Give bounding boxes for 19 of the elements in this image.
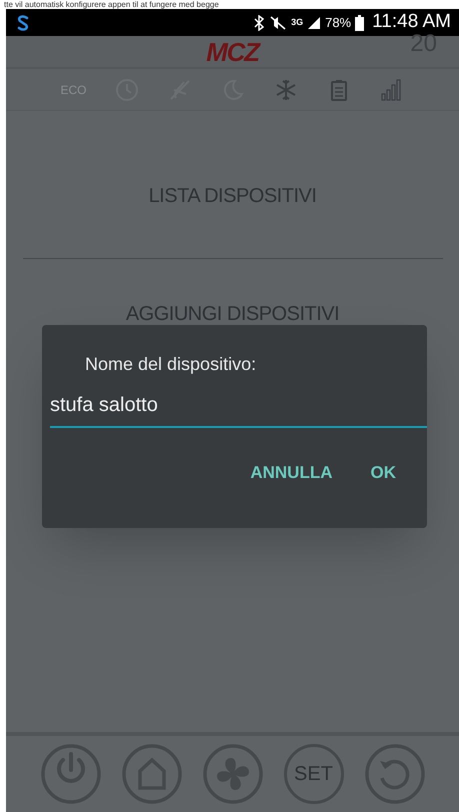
caption-text: tte vil automatisk konfigurere appen til at fungere med begge <box>4 0 219 9</box>
battery-text: 78% <box>325 14 352 32</box>
mute-icon <box>269 14 288 30</box>
dialog-title: Nome del dispositivo: <box>85 353 258 376</box>
home-icon[interactable] <box>122 744 182 804</box>
bluetooth-icon <box>253 14 266 30</box>
fan-icon[interactable] <box>202 744 262 804</box>
snowflake-icon[interactable] <box>274 78 298 102</box>
brand-logo: MCZ <box>206 38 259 64</box>
power-icon[interactable] <box>40 744 100 804</box>
dialog-button[interactable]: ANNULLA <box>241 456 342 490</box>
name-input[interactable]: stufa salotto <box>50 390 427 428</box>
signal-icon <box>307 16 322 30</box>
time-text: 11:48 AM <box>372 10 451 34</box>
dialog-button[interactable]: OK <box>362 456 405 490</box>
battery-icon <box>355 14 364 30</box>
header-value: 20 <box>410 32 437 56</box>
network-type-text: 3G <box>291 18 304 27</box>
restore-icon[interactable] <box>364 744 424 804</box>
